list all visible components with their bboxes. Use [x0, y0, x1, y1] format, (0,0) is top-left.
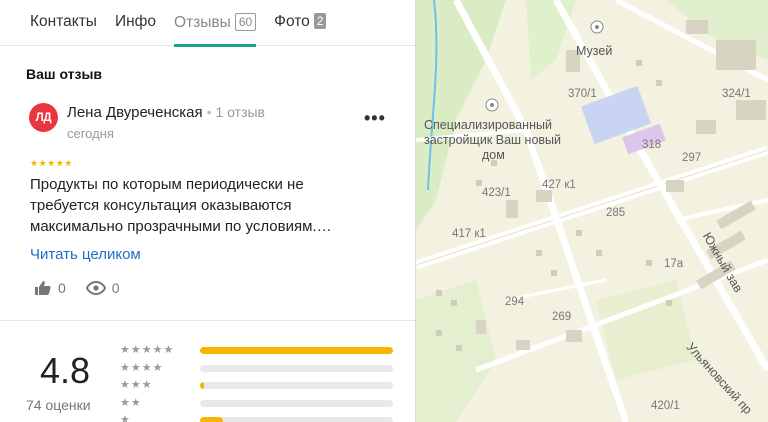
organization-panel: Контакты Инфо Отзывы 60 Фото 2 Ваш отзыв Л… [0, 0, 416, 422]
like-count: 0 [58, 280, 66, 296]
divider [0, 320, 415, 321]
review-author-name[interactable]: Лена Двуреченская [67, 104, 203, 121]
separator-dot-icon: • [206, 104, 212, 120]
average-rating: 4.8 [40, 350, 91, 391]
avatar[interactable]: ЛД [29, 103, 58, 132]
tab-count-badge: 2 [313, 13, 327, 29]
review-stars: ★★★★★ [30, 158, 73, 168]
tab-reviews[interactable]: Отзывы 60 [174, 0, 257, 47]
read-more-link[interactable]: Читать целиком [30, 246, 141, 263]
tab-label: Фото [274, 13, 310, 30]
row-stars: ★★★★ [120, 361, 164, 374]
review-author-line: Лена Двуреченская • 1 отзыв [67, 104, 265, 121]
map-label-organization[interactable]: Специализированный [424, 118, 552, 132]
row-stars: ★★★ [120, 379, 153, 391]
rating-bar-fill [200, 417, 224, 422]
rating-distribution: ★★★★★ ★★★★ ★★★ ★★ ★ [120, 343, 400, 422]
review-date: сегодня [67, 126, 114, 141]
section-title: Ваш отзыв [26, 66, 103, 82]
review-actions: 0 0 [34, 280, 140, 296]
tab-count-badge: 60 [234, 13, 257, 31]
review-text: Продукты по которым периодически не треб… [30, 176, 332, 235]
row-stars: ★ [120, 414, 131, 422]
map-label-house-number: 370/1 [568, 88, 597, 100]
map-label-house-number: 420/1 [651, 400, 680, 412]
views-indicator: 0 [85, 280, 120, 296]
rating-bar-track [200, 399, 393, 407]
map-label-house-number: 297 [682, 152, 702, 164]
rating-row: ★★★★ [120, 361, 400, 379]
like-button[interactable]: 0 [34, 280, 66, 296]
more-options-icon[interactable]: ••• [364, 108, 386, 129]
map-label-museum[interactable]: Музей [576, 44, 612, 58]
rating-row: ★★★ [120, 378, 400, 396]
rating-row: ★★★★★ [120, 343, 400, 361]
tab-info[interactable]: Инфо [115, 0, 156, 46]
review-author-count: 1 отзыв [215, 104, 266, 120]
row-stars: ★★★★★ [120, 344, 175, 356]
map-label-house-number: 324/1 [722, 88, 751, 100]
map-canvas [416, 0, 768, 422]
map-label-house-number: 318 [642, 139, 662, 151]
tabs-bar: Контакты Инфо Отзывы 60 Фото 2 [0, 0, 415, 47]
map-label-house-number: 417 к1 [452, 228, 486, 240]
map-label-house-number: 294 [505, 296, 525, 308]
map-label-house-number: 17а [664, 258, 684, 270]
row-stars: ★★ [120, 396, 142, 409]
rating-bar-track [200, 417, 393, 422]
tab-contacts[interactable]: Контакты [30, 0, 97, 46]
tab-label: Контакты [30, 13, 97, 30]
rating-row: ★★ [120, 396, 400, 414]
tab-label: Инфо [114, 13, 157, 30]
map-label-organization[interactable]: застройщик Ваш новый [424, 133, 561, 147]
thumbs-up-icon [35, 281, 51, 295]
map-label-house-number: 423/1 [482, 187, 511, 199]
map-label-house-number: 427 к1 [542, 179, 576, 191]
rating-bar-track [200, 382, 393, 389]
rating-count: 74 оценки [26, 397, 91, 413]
map-label-house-number: 269 [552, 311, 572, 323]
eye-icon [85, 281, 106, 295]
view-count: 0 [111, 280, 120, 296]
rating-bar-fill [200, 347, 393, 354]
tab-label: Отзывы [174, 14, 231, 31]
rating-bar-track [200, 347, 393, 354]
tab-photos[interactable]: Фото 2 [274, 0, 327, 46]
map-label-house-number: 285 [606, 207, 626, 219]
map-label-organization[interactable]: дом [482, 148, 505, 162]
rating-row: ★ [120, 413, 400, 422]
map-view[interactable]: Музей 370/1 324/1 Специализированный зас… [416, 0, 768, 422]
rating-bar-track [200, 364, 393, 372]
rating-bar-fill [200, 382, 204, 389]
